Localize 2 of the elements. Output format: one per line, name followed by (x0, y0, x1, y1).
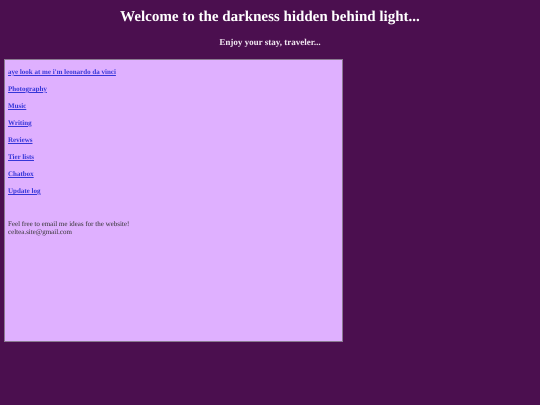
page-subtitle: Enjoy your stay, traveler... (219, 37, 321, 48)
page-title: Welcome to the darkness hidden behind light... (120, 8, 420, 26)
